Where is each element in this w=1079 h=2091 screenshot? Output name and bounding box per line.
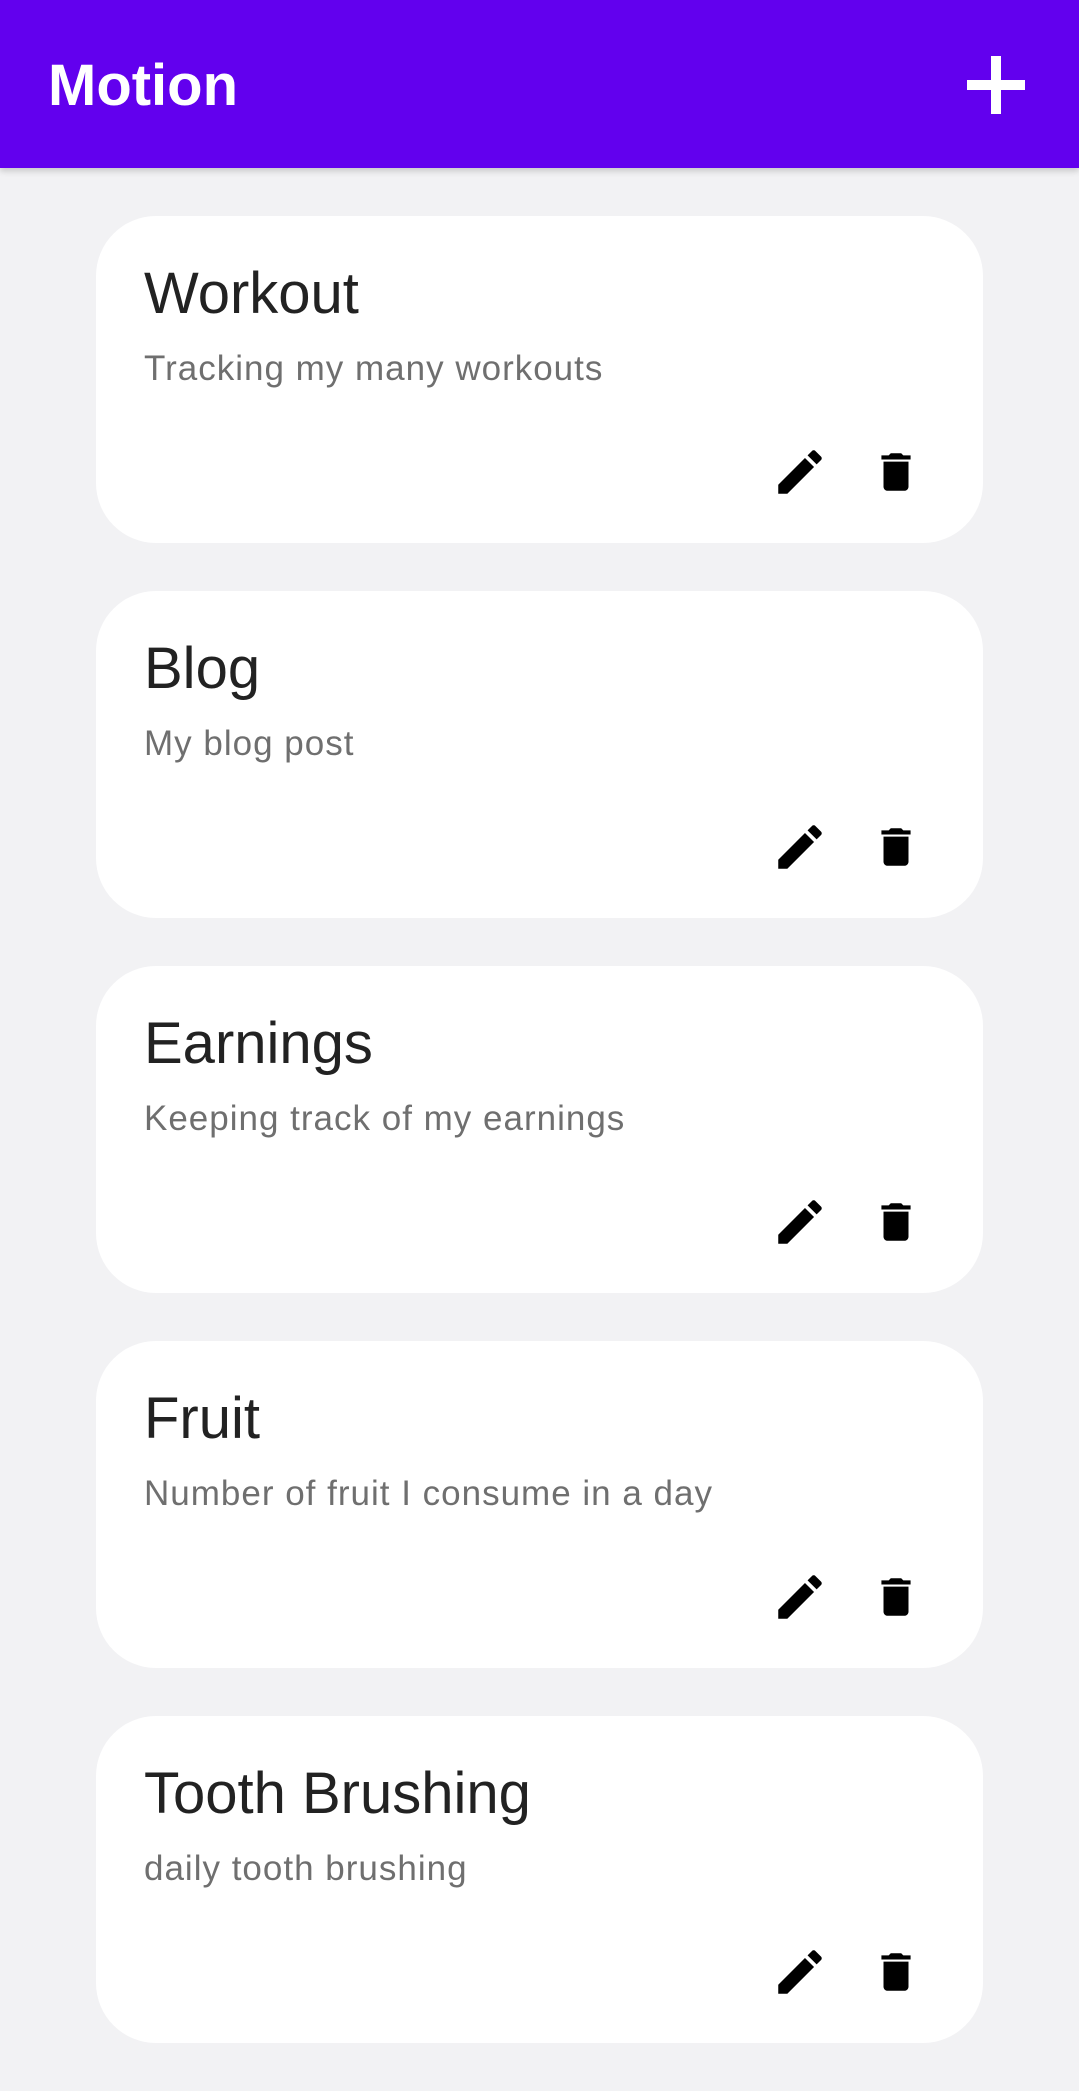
card-actions xyxy=(770,440,940,504)
add-button[interactable] xyxy=(958,52,1034,118)
pencil-icon xyxy=(778,1575,822,1619)
trash-icon xyxy=(881,453,911,491)
trash-icon xyxy=(881,1203,911,1241)
card-title: Fruit xyxy=(144,1386,260,1451)
card-workout[interactable]: Workout Tracking my many workouts xyxy=(96,216,983,543)
edit-button[interactable] xyxy=(770,440,830,504)
card-subtitle: daily tooth brushing xyxy=(144,1849,468,1888)
card-actions xyxy=(770,1190,940,1254)
card-actions xyxy=(770,815,940,879)
delete-button[interactable] xyxy=(866,1190,926,1254)
card-subtitle: Keeping track of my earnings xyxy=(144,1099,626,1138)
card-title: Workout xyxy=(144,261,359,326)
edit-button[interactable] xyxy=(770,1940,830,2004)
delete-button[interactable] xyxy=(866,440,926,504)
card-title: Earnings xyxy=(144,1011,373,1076)
card-tooth-brushing[interactable]: Tooth Brushing daily tooth brushing xyxy=(96,1716,983,2043)
app-title: Motion xyxy=(48,53,239,118)
card-actions xyxy=(770,1565,940,1629)
app-bar: Motion xyxy=(0,0,1079,168)
trash-icon xyxy=(881,1578,911,1616)
pencil-icon xyxy=(778,1200,822,1244)
pencil-icon xyxy=(778,450,822,494)
card-title: Blog xyxy=(144,636,261,701)
trash-icon xyxy=(881,1953,911,1991)
card-fruit[interactable]: Fruit Number of fruit I consume in a day xyxy=(96,1341,983,1668)
delete-button[interactable] xyxy=(866,815,926,879)
card-title: Tooth Brushing xyxy=(144,1761,531,1826)
delete-button[interactable] xyxy=(866,1940,926,2004)
card-subtitle: My blog post xyxy=(144,724,355,763)
plus-icon xyxy=(967,56,1025,114)
pencil-icon xyxy=(778,825,822,869)
card-subtitle: Tracking my many workouts xyxy=(144,349,604,388)
card-actions xyxy=(770,1940,940,2004)
delete-button[interactable] xyxy=(866,1565,926,1629)
card-list: Workout Tracking my many workouts Blog M… xyxy=(96,216,983,2091)
card-earnings[interactable]: Earnings Keeping track of my earnings xyxy=(96,966,983,1293)
pencil-icon xyxy=(778,1950,822,1994)
edit-button[interactable] xyxy=(770,1190,830,1254)
edit-button[interactable] xyxy=(770,1565,830,1629)
card-subtitle: Number of fruit I consume in a day xyxy=(144,1474,713,1513)
edit-button[interactable] xyxy=(770,815,830,879)
card-blog[interactable]: Blog My blog post xyxy=(96,591,983,918)
trash-icon xyxy=(881,828,911,866)
